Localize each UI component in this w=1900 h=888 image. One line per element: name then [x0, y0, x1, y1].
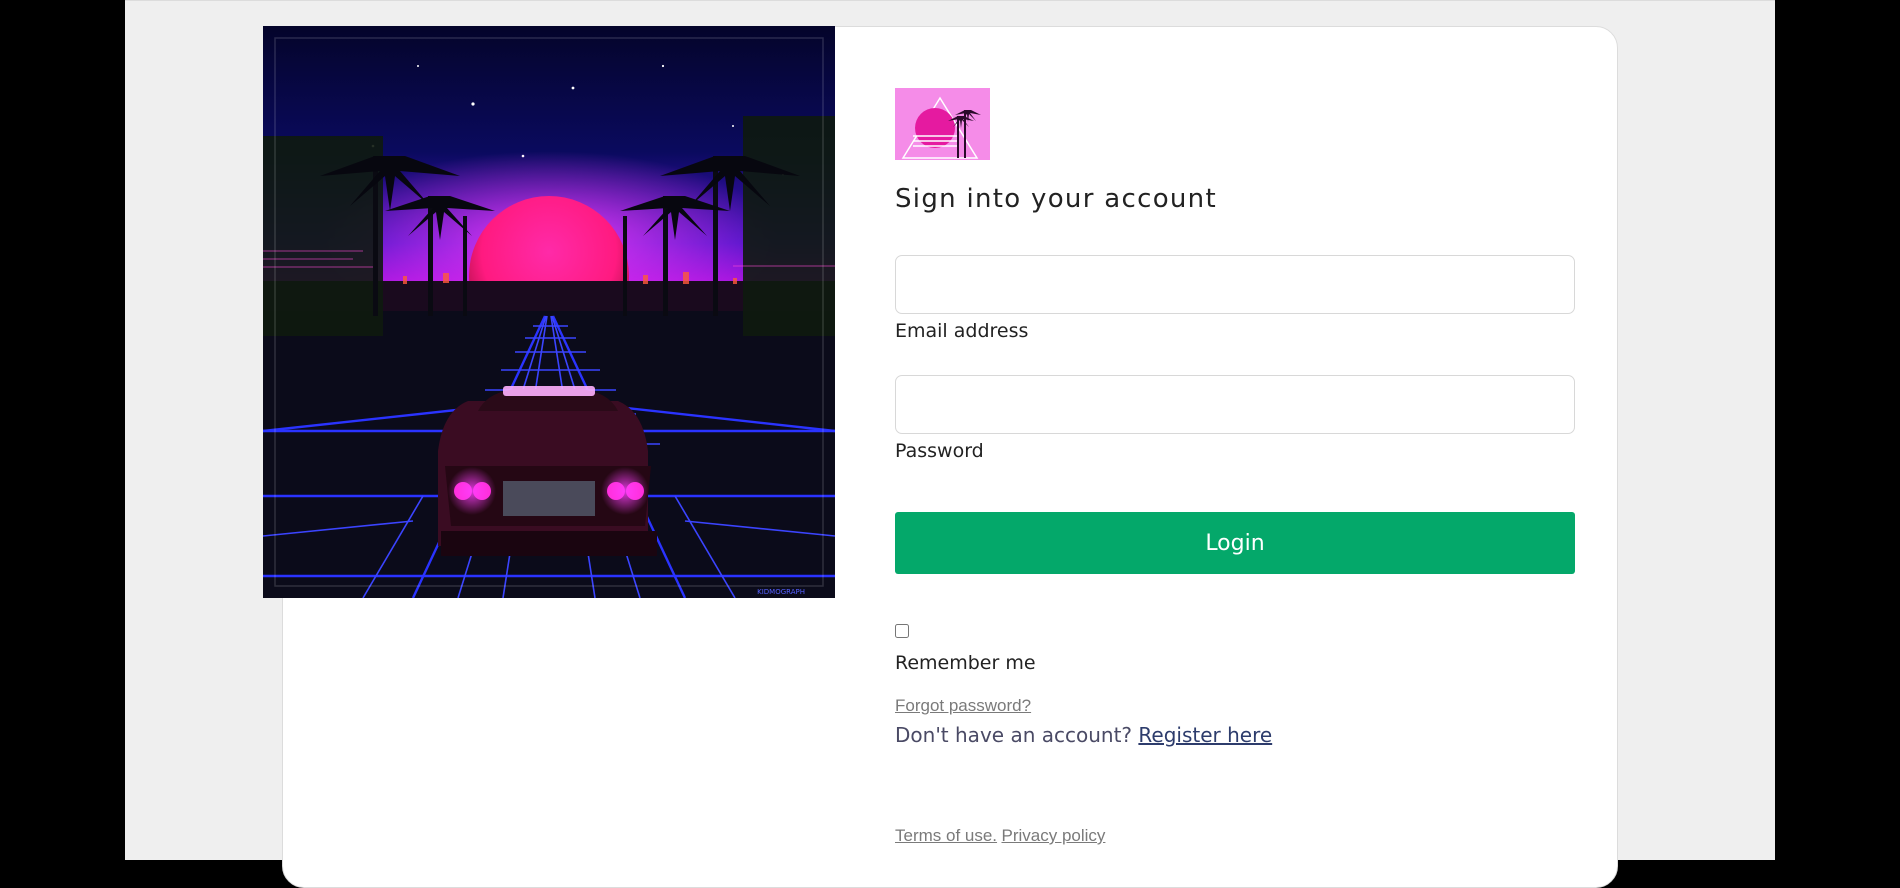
- remember-me-label: Remember me: [895, 652, 1036, 674]
- password-field[interactable]: [895, 375, 1575, 434]
- no-account-text: Don't have an account?: [895, 723, 1133, 747]
- register-prompt: Don't have an account? Register here: [895, 723, 1272, 747]
- hero-watermark: KIDMOGRAPH: [757, 588, 805, 596]
- login-button[interactable]: Login: [895, 512, 1575, 574]
- page-title: Sign into your account: [895, 184, 1217, 214]
- brand-logo: [895, 88, 990, 160]
- remember-me-checkbox[interactable]: [895, 624, 909, 638]
- forgot-password-link[interactable]: Forgot password?: [895, 696, 1031, 716]
- hero-image: KIDMOGRAPH: [263, 26, 835, 598]
- password-label: Password: [895, 440, 984, 462]
- email-label: Email address: [895, 320, 1029, 342]
- register-link[interactable]: Register here: [1138, 723, 1272, 747]
- privacy-link[interactable]: Privacy policy: [1002, 826, 1106, 845]
- terms-link[interactable]: Terms of use.: [895, 826, 997, 845]
- email-field[interactable]: [895, 255, 1575, 314]
- footer-links: Terms of use. Privacy policy: [895, 826, 1105, 846]
